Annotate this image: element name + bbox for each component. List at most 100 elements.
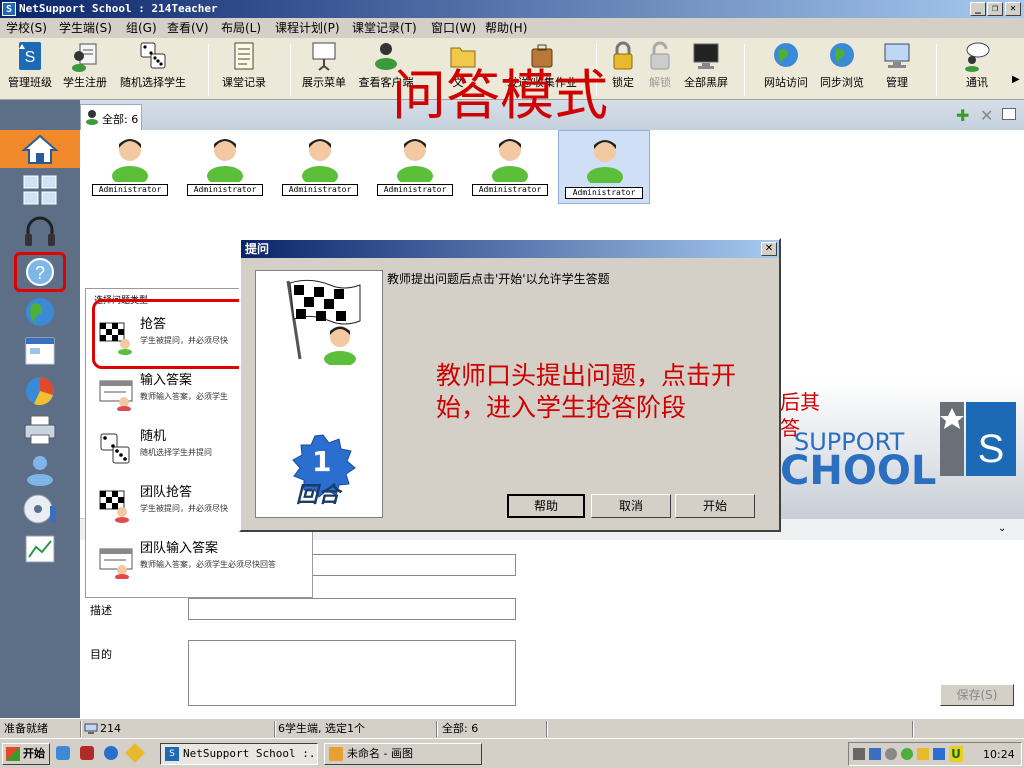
student-computer[interactable]: Administrator [371,132,459,204]
minimize-button[interactable]: _ [970,2,986,16]
home-icon[interactable] [20,132,60,166]
purpose-label: 目的 [90,648,112,661]
toolbar-label: 解锁 [649,76,671,89]
ie-icon[interactable] [56,746,70,760]
quicklaunch-app-icon[interactable] [104,746,118,760]
student-computer-selected[interactable]: Administrator [558,130,650,204]
status-students: 6学生端, 选定1个 [278,722,365,735]
menu-class-record[interactable]: 课堂记录(T) [352,18,417,38]
tab-all[interactable]: 全部: 6 [80,104,142,130]
tray-app-icon[interactable] [917,748,929,760]
user-icon[interactable] [20,452,60,486]
toolbar-web-access[interactable]: 网站访问 [762,40,810,90]
cd-icon[interactable] [20,492,60,526]
menu-layout[interactable]: 布局(L) [221,18,261,38]
svg-text:?: ? [35,263,45,283]
toolbar-class-record[interactable]: 课堂记录 [220,40,268,90]
pie-chart-icon[interactable] [20,374,60,408]
student-computer[interactable]: Administrator [466,132,554,204]
student-computer[interactable]: Administrator [276,132,364,204]
toolbar-lock[interactable]: 锁定 [608,40,638,90]
printer-icon[interactable] [20,413,60,447]
start-button[interactable]: 开始 [2,743,50,765]
question-type-title: 输入答案 [140,373,193,388]
save-button[interactable]: 保存(S) [940,684,1014,706]
purpose-input[interactable] [188,640,516,706]
toolbar-separator [290,44,291,96]
tray-network-icon[interactable] [869,748,881,760]
toolbar-label: 管理 [886,76,908,89]
taskbar-task-label: 未命名 - 画图 [347,747,413,760]
description-input[interactable] [188,598,516,620]
question-type-title: 抢答 [140,317,167,332]
tray-u-icon[interactable]: U [949,746,963,762]
thumbnail-view-icon[interactable] [20,174,60,208]
toolbar-label: 通讯 [966,76,988,89]
toolbar-student-register[interactable]: 学生注册 [62,40,108,90]
quicklaunch-app-icon[interactable] [80,746,94,760]
student-name: Administrator [472,184,548,196]
toolbar-communication[interactable]: 通讯 [960,40,994,90]
student-avatar-icon [302,139,338,182]
question-type-desc: 随机选择学生并提问 [140,448,212,457]
dialog-instruction: 教师提出问题后点击'开始'以允许学生答题 [387,272,610,286]
student-register-icon [72,43,97,72]
student-computer[interactable]: Administrator [86,132,174,204]
remove-icon[interactable]: ✕ [980,106,993,125]
round-number: 1 [312,445,332,478]
app-icon[interactable]: S [2,2,16,16]
question-icon[interactable]: ? [20,255,60,289]
tray-app-icon[interactable] [933,748,945,760]
student-computer[interactable]: Administrator [181,132,269,204]
taskbar-netsupport[interactable]: S NetSupport School :... [160,743,318,765]
line-chart-icon[interactable] [20,532,60,566]
restore-button[interactable]: ❐ [987,2,1003,16]
menu-school[interactable]: 学校(S) [6,18,47,38]
close-button[interactable]: ✕ [1005,2,1021,16]
cancel-button[interactable]: 取消 [591,494,671,518]
globe-icon[interactable] [20,295,60,329]
properties-icon[interactable] [1002,108,1016,120]
toolbar-manage-class[interactable]: S 管理班级 [6,40,54,90]
menu-window[interactable]: 窗口(W) [431,18,476,38]
input-answer-icon [99,380,133,411]
menu-help[interactable]: 帮助(H) [485,18,527,38]
dialog-title: 提问 [241,240,779,258]
toolbar-random-student[interactable]: 随机选择学生 [118,40,188,90]
application-icon[interactable] [20,334,60,368]
toolbar-more-arrow-icon[interactable]: ▶ [1012,74,1020,85]
taskbar-paint[interactable]: 未命名 - 画图 [324,743,482,765]
toolbar-manage[interactable]: 管理 [880,40,914,90]
communication-icon [965,42,990,72]
menu-lesson-plan[interactable]: 课程计划(P) [275,18,340,38]
checkered-flag-icon [286,279,361,365]
dialog-close-button[interactable]: ✕ [761,242,777,256]
toolbar-blank-all[interactable]: 全部黑屏 [682,40,730,90]
add-icon[interactable]: ✚ [956,106,969,125]
toolbar-label: 全部黑屏 [684,76,728,89]
help-button[interactable]: 帮助 [507,494,585,518]
start-button[interactable]: 开始 [675,494,755,518]
question-type-title: 随机 [140,429,167,444]
student-avatar-icon [112,139,148,182]
netsupport-logo-icon: S [940,402,1016,476]
question-type-team-input-answer[interactable]: 团队输入答案 教师输入答案，必须学生必须尽快回答 [98,537,308,585]
collapse-icon[interactable]: ⌄ [998,523,1006,534]
status-divider [274,721,276,737]
headphones-icon[interactable] [20,214,60,248]
menu-view[interactable]: 查看(V) [167,18,209,38]
tray-keyboard-icon[interactable] [853,748,865,760]
svg-text:S: S [25,49,36,66]
toolbar-sync-browse[interactable]: 同步浏览 [818,40,866,90]
tray-volume-icon[interactable] [885,748,897,760]
menu-group[interactable]: 组(G) [126,18,157,38]
student-name: Administrator [187,184,263,196]
menu-student[interactable]: 学生端(S) [59,18,112,38]
toolbar-label: 课堂记录 [222,76,266,89]
round-label: 回合 [296,483,341,508]
toolbar-presentation[interactable]: 展示菜单 [300,40,348,90]
toolbar-unlock[interactable]: 解锁 [645,40,675,90]
quicklaunch-app-icon[interactable] [125,743,145,763]
tray-app-icon[interactable] [901,748,913,760]
toolbar-label: 学生注册 [63,76,107,89]
